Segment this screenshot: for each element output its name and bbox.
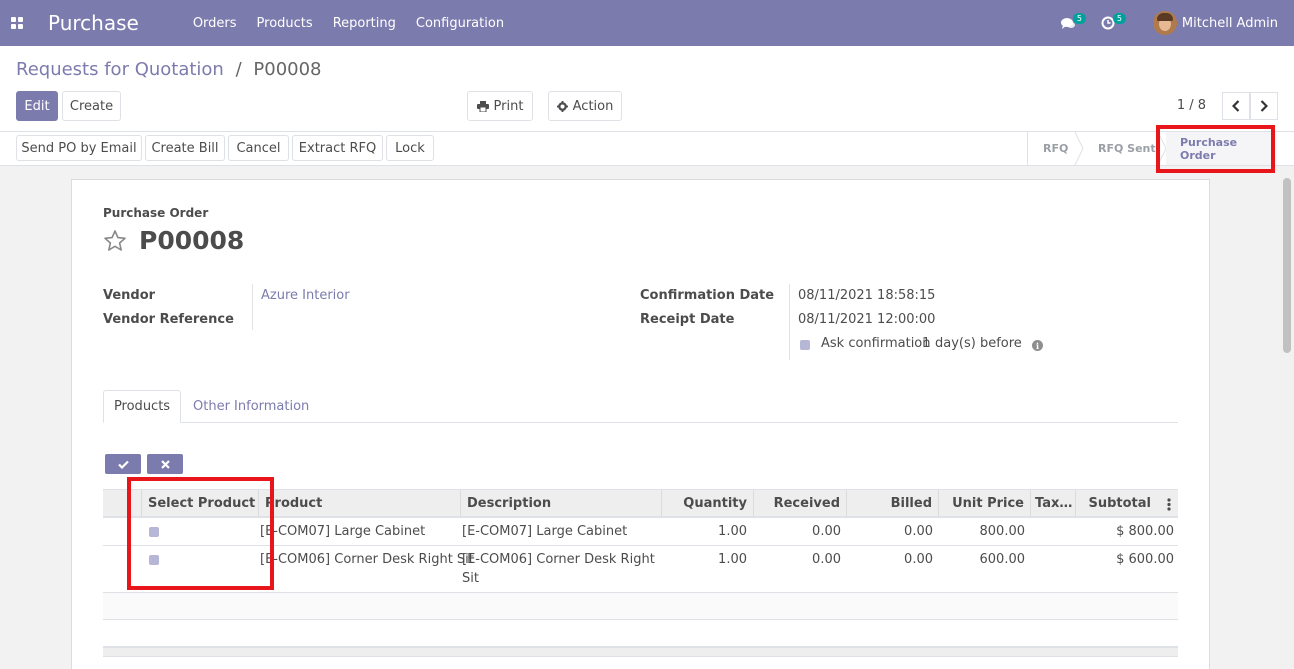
tab-products[interactable]: Products [103, 390, 181, 423]
scrollbar-thumb[interactable] [1283, 178, 1291, 353]
field-divider [252, 284, 253, 330]
receipt-date-value: 08/11/2021 12:00:00 [798, 312, 936, 327]
info-icon[interactable]: i [1032, 340, 1043, 351]
control-panel: Requests for Quotation / P00008 Edit Cre… [0, 46, 1294, 132]
cancel-button[interactable]: Cancel [228, 135, 289, 161]
cell-billed: 0.00 [904, 552, 933, 567]
notebook-tabs: Products Other Information [103, 390, 1178, 423]
breadcrumb-parent[interactable]: Requests for Quotation [16, 59, 224, 80]
table-row-empty [103, 620, 1178, 647]
stage-rfq[interactable]: RFQ [1043, 132, 1068, 165]
star-icon[interactable] [103, 229, 127, 253]
col-description[interactable]: Description [460, 490, 661, 517]
cell-unit-price: 600.00 [979, 552, 1026, 567]
ask-confirmation-label: Ask confirmation [821, 336, 931, 351]
user-avatar[interactable] [1152, 11, 1177, 35]
action-label: Action [572, 98, 614, 114]
create-button[interactable]: Create [62, 91, 121, 121]
confirmation-date-label: Confirmation Date [640, 288, 775, 303]
optional-columns-icon[interactable] [1167, 498, 1171, 511]
menu-configuration[interactable]: Configuration [406, 16, 514, 31]
cell-billed: 0.00 [904, 524, 933, 539]
col-received[interactable]: Received [753, 490, 846, 517]
activity-menu[interactable]: 5 [1101, 13, 1127, 33]
col-taxes[interactable]: Tax… [1030, 490, 1075, 517]
pager-next[interactable] [1250, 92, 1278, 120]
col-unit-price[interactable]: Unit Price [938, 490, 1030, 517]
stage-arrow [1074, 132, 1084, 165]
pager-value[interactable]: 1 / 8 [1177, 98, 1206, 113]
col-billed[interactable]: Billed [846, 490, 938, 517]
gear-icon [556, 100, 568, 112]
cell-description-line2: Sit [462, 571, 479, 586]
record-title: P00008 [139, 226, 245, 255]
lock-button[interactable]: Lock [386, 135, 434, 161]
confirmation-date-value: 08/11/2021 18:58:15 [798, 288, 936, 303]
user-menu-name[interactable]: Mitchell Admin [1182, 16, 1278, 31]
send-po-email-button[interactable]: Send PO by Email [16, 135, 142, 161]
print-button[interactable]: Print [467, 91, 533, 121]
action-button[interactable]: Action [548, 91, 622, 121]
breadcrumb-separator: / [235, 59, 242, 80]
vendor-value[interactable]: Azure Interior [261, 288, 350, 303]
cell-product: [E-COM07] Large Cabinet [260, 524, 426, 539]
menu-products[interactable]: Products [247, 16, 323, 31]
breadcrumb-current: P00008 [253, 59, 322, 80]
stage-divider [1027, 132, 1028, 165]
highlight-purchase-order-stage [1156, 125, 1275, 173]
edit-button[interactable]: Edit [16, 91, 58, 121]
cell-description: [E-COM07] Large Cabinet [462, 524, 628, 539]
printer-icon [476, 100, 489, 112]
check-icon [117, 460, 129, 469]
cell-product: [E-COM06] Corner Desk Right Sit [260, 552, 474, 567]
menu-orders[interactable]: Orders [183, 16, 247, 31]
cell-unit-price: 800.00 [979, 524, 1026, 539]
chevron-right-icon [1260, 100, 1268, 112]
close-icon [160, 459, 170, 469]
scrollbar[interactable] [1280, 166, 1294, 669]
table-footer [103, 647, 1178, 657]
extract-rfq-button[interactable]: Extract RFQ [292, 135, 383, 161]
cell-quantity: 1.00 [718, 524, 747, 539]
cell-description: [E-COM06] Corner Desk Right [462, 552, 655, 567]
vendor-label: Vendor [103, 288, 156, 303]
table-row-empty [103, 593, 1178, 620]
activities-badge: 5 [1112, 13, 1126, 24]
menu-reporting[interactable]: Reporting [323, 16, 406, 31]
messaging-menu[interactable]: 5 [1060, 13, 1087, 33]
stage-rfq-sent[interactable]: RFQ Sent [1098, 132, 1156, 165]
pager-previous[interactable] [1222, 92, 1250, 120]
app-name[interactable]: Purchase [48, 11, 139, 35]
tab-other-information[interactable]: Other Information [181, 390, 321, 423]
highlight-select-product-column [127, 477, 274, 590]
top-navbar: Purchase Orders Products Reporting Confi… [0, 0, 1294, 46]
form-sheet: Purchase Order P00008 Vendor Vendor Refe… [71, 179, 1210, 669]
discard-line-button[interactable] [147, 454, 183, 474]
cell-quantity: 1.00 [718, 552, 747, 567]
vendor-reference-label: Vendor Reference [103, 312, 234, 327]
cell-subtotal: $ 600.00 [1116, 552, 1174, 567]
apps-menu-icon[interactable] [11, 17, 23, 29]
receipt-date-label: Receipt Date [640, 312, 735, 327]
ask-confirmation-suffix: day(s) before [935, 336, 1022, 351]
col-product[interactable]: Product [258, 490, 460, 517]
field-divider [789, 284, 790, 360]
record-type-label: Purchase Order [103, 206, 209, 220]
cell-subtotal: $ 800.00 [1116, 524, 1174, 539]
ask-confirmation-checkbox[interactable] [800, 340, 810, 350]
cell-received: 0.00 [812, 552, 841, 567]
systray: 5 5 Mitchell Admin [1060, 0, 1278, 46]
save-line-button[interactable] [105, 454, 141, 474]
chevron-left-icon [1232, 100, 1240, 112]
status-bar: Send PO by Email Create Bill Cancel Extr… [0, 132, 1294, 166]
ask-confirmation-days: 1 [922, 336, 931, 351]
messages-badge: 5 [1072, 13, 1086, 24]
col-quantity[interactable]: Quantity [661, 490, 753, 517]
print-label: Print [493, 98, 524, 114]
cell-received: 0.00 [812, 524, 841, 539]
create-bill-button[interactable]: Create Bill [145, 135, 225, 161]
breadcrumb: Requests for Quotation / P00008 [16, 59, 322, 80]
col-subtotal[interactable]: Subtotal [1075, 490, 1157, 517]
